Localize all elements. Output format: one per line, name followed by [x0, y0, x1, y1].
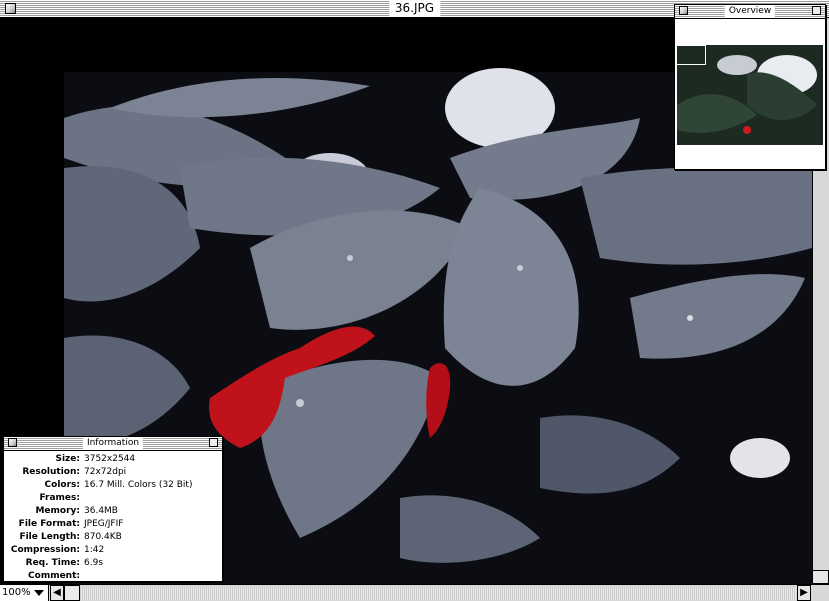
info-label: Resolution:	[22, 467, 80, 477]
info-row-colors: Colors: 16.7 Mill. Colors (32 Bit)	[4, 479, 222, 492]
bottom-toolbar: 100% ◀ ▶	[0, 584, 829, 601]
info-value: 1:42	[84, 545, 105, 555]
info-value: 3752x2544	[84, 454, 136, 464]
info-label: Req. Time:	[25, 558, 80, 568]
info-row-frames: Frames:	[4, 492, 222, 505]
zoom-value: 100%	[2, 587, 31, 598]
info-label: Compression:	[10, 545, 80, 555]
info-label: Size:	[55, 454, 80, 464]
overview-window[interactable]: Overview	[674, 4, 826, 170]
info-label: Frames:	[39, 493, 80, 503]
close-box-icon[interactable]	[679, 6, 688, 15]
info-value: 870.4KB	[84, 532, 122, 542]
horizontal-scroll-thumb[interactable]	[64, 585, 80, 601]
info-value: 36.4MB	[84, 506, 118, 516]
info-row-file-length: File Length: 870.4KB	[4, 531, 222, 544]
window-title: 36.JPG	[388, 1, 441, 16]
info-label: Comment:	[28, 571, 80, 581]
information-window[interactable]: Information Size: 3752x2544 Resolution: …	[3, 436, 223, 582]
close-box-icon[interactable]	[8, 438, 17, 447]
chevron-down-icon	[34, 590, 44, 596]
info-row-file-format: File Format: JPEG/JFIF	[4, 518, 222, 531]
zoom-box-icon[interactable]	[812, 6, 821, 15]
scroll-right-button[interactable]: ▶	[797, 585, 811, 601]
info-value: 6.9s	[84, 558, 104, 568]
resize-icon[interactable]	[812, 570, 829, 584]
info-label: Memory:	[35, 506, 80, 516]
info-row-size: Size: 3752x2544	[4, 453, 222, 466]
info-row-comment: Comment:	[4, 570, 222, 583]
info-value: 72x72dpi	[84, 467, 127, 477]
info-row-resolution: Resolution: 72x72dpi	[4, 466, 222, 479]
overview-title-bar[interactable]: Overview	[675, 5, 825, 19]
scroll-left-button[interactable]: ◀	[50, 585, 64, 601]
overview-title: Overview	[724, 5, 776, 17]
zoom-menu[interactable]: 100%	[0, 585, 49, 601]
horizontal-scroll-track[interactable]	[64, 587, 796, 599]
information-title-bar[interactable]: Information	[4, 437, 222, 451]
close-box-icon[interactable]	[5, 3, 16, 14]
info-row-compression: Compression: 1:42	[4, 544, 222, 557]
info-row-req-time: Req. Time: 6.9s	[4, 557, 222, 570]
zoom-box-icon[interactable]	[209, 438, 218, 447]
info-label: Colors:	[44, 480, 80, 490]
overview-view-rectangle[interactable]	[676, 45, 706, 65]
info-value: 16.7 Mill. Colors (32 Bit)	[84, 480, 193, 490]
info-label: File Format:	[18, 519, 80, 529]
information-title: Information	[82, 437, 144, 449]
info-label: File Length:	[19, 532, 80, 542]
info-value: JPEG/JFIF	[84, 519, 124, 529]
info-row-memory: Memory: 36.4MB	[4, 505, 222, 518]
